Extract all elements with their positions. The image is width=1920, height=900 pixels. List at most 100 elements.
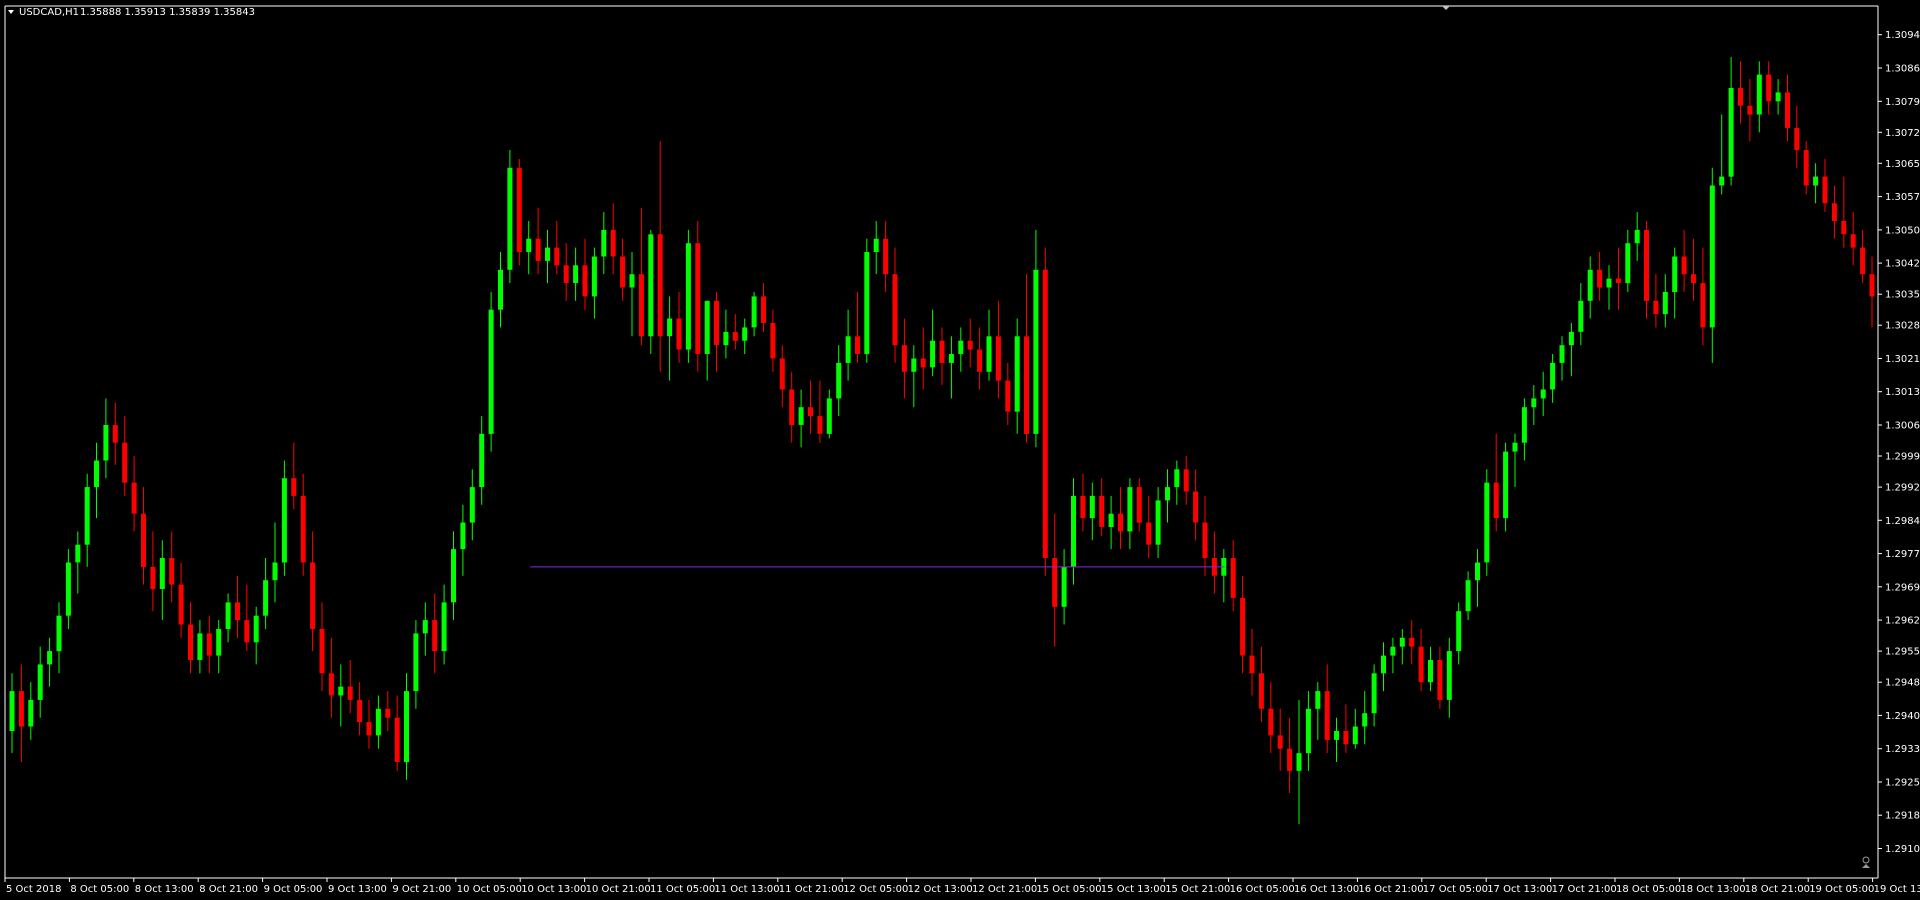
candle-body	[977, 349, 983, 372]
candle-body	[1165, 487, 1170, 501]
candle-body	[291, 478, 297, 496]
candle-body	[817, 416, 823, 434]
candle-body	[310, 562, 316, 629]
candle-body	[1183, 469, 1189, 492]
candle-body	[563, 265, 569, 283]
candle	[648, 229, 654, 354]
candle-body	[253, 615, 259, 643]
candle-body	[1230, 558, 1236, 598]
price-tick-label: 1.30790	[1885, 97, 1920, 108]
candle-body	[1521, 407, 1527, 443]
candle-body	[1352, 726, 1358, 745]
candle-body	[1822, 176, 1828, 204]
candle-body	[1287, 748, 1293, 771]
candle-body	[1437, 660, 1443, 700]
candle-body	[582, 265, 588, 297]
candle-body	[272, 562, 278, 581]
price-tick-label: 1.30060	[1885, 421, 1920, 432]
candle-body	[319, 629, 325, 674]
candle-body	[526, 238, 532, 252]
chart-background	[0, 0, 1920, 900]
candle-body	[225, 602, 231, 629]
candle-body	[1108, 513, 1114, 527]
candle-body	[112, 425, 118, 443]
candle-body	[328, 673, 334, 696]
candle-body	[338, 686, 344, 696]
time-tick-label: 12 Oct 13:00	[908, 884, 973, 895]
candle-body	[75, 544, 81, 563]
candle-body	[545, 247, 550, 261]
candle	[1042, 247, 1048, 576]
candle-body	[685, 243, 691, 350]
candle-body	[901, 345, 907, 372]
candle-body	[235, 602, 240, 621]
candle-body	[469, 487, 475, 523]
candle-body	[366, 722, 372, 736]
candle-body	[920, 358, 926, 368]
candle-body	[826, 398, 832, 434]
candle-body	[610, 229, 616, 257]
time-tick-label: 15 Oct 05:00	[1036, 884, 1101, 895]
chart-window[interactable]: USDCAD,H1 1.35888 1.35913 1.35839 1.3584…	[0, 0, 1920, 900]
candle-body	[1428, 660, 1433, 683]
candle-body	[1568, 331, 1574, 346]
candle-body	[1258, 673, 1264, 709]
candle-body	[1409, 637, 1415, 647]
candle-body	[357, 699, 363, 723]
time-tick-label: 17 Oct 05:00	[1423, 884, 1488, 895]
candle-body	[845, 336, 851, 363]
candle-body	[629, 274, 635, 288]
candle-body	[84, 487, 90, 545]
price-tick-label: 1.30575	[1885, 192, 1920, 203]
time-tick-label: 9 Oct 21:00	[392, 884, 451, 895]
candle-body	[56, 615, 62, 652]
candle-body	[103, 425, 109, 461]
price-tick-label: 1.30940	[1885, 30, 1920, 41]
candle-body	[1061, 566, 1067, 607]
candle-body	[1155, 500, 1161, 545]
candle-body	[1587, 269, 1593, 301]
candle-body	[1785, 92, 1790, 128]
candle-body	[1268, 708, 1274, 736]
candle-body	[159, 558, 165, 589]
time-tick-label: 11 Oct 21:00	[779, 884, 844, 895]
candle-body	[404, 691, 409, 763]
candle-body	[1052, 558, 1058, 607]
candle-body	[808, 407, 813, 417]
candle-body	[601, 229, 607, 257]
time-tick-label: 9 Oct 05:00	[264, 884, 323, 895]
candle-body	[1850, 234, 1856, 248]
candle-body	[244, 620, 250, 643]
price-tick-label: 1.30135	[1885, 387, 1920, 398]
price-tick-label: 1.29845	[1885, 516, 1920, 527]
candlestick-chart[interactable]: USDCAD,H1 1.35888 1.35913 1.35839 1.3584…	[0, 0, 1920, 900]
candle-body	[347, 686, 353, 700]
candle-body	[9, 691, 15, 731]
price-tick-label: 1.30720	[1885, 128, 1920, 139]
candle-body	[141, 513, 146, 567]
candle-body	[47, 651, 53, 665]
time-tick-label: 18 Oct 05:00	[1616, 884, 1681, 895]
time-tick-label: 8 Oct 21:00	[199, 884, 258, 895]
time-tick-label: 17 Oct 13:00	[1487, 884, 1552, 895]
candle	[695, 221, 701, 372]
time-tick-label: 15 Oct 13:00	[1101, 884, 1166, 895]
candle-body	[1691, 274, 1696, 284]
candle-body	[1118, 513, 1123, 532]
candle-body	[554, 247, 560, 266]
candle-body	[1794, 127, 1800, 151]
price-tick-label: 1.30210	[1885, 354, 1920, 365]
candle-body	[620, 256, 626, 288]
candle-body	[1747, 105, 1753, 115]
candle-body	[1484, 482, 1490, 563]
candle-body	[1540, 389, 1546, 399]
candle-body	[638, 274, 644, 337]
candle-body	[1005, 380, 1011, 412]
price-tick-label: 1.29330	[1885, 744, 1920, 755]
candle-body	[498, 269, 503, 310]
candle-body	[1080, 495, 1086, 519]
candle-body	[1174, 469, 1180, 487]
candle-body	[958, 340, 964, 354]
time-tick-label: 10 Oct 21:00	[586, 884, 651, 895]
candle-body	[1475, 562, 1480, 581]
